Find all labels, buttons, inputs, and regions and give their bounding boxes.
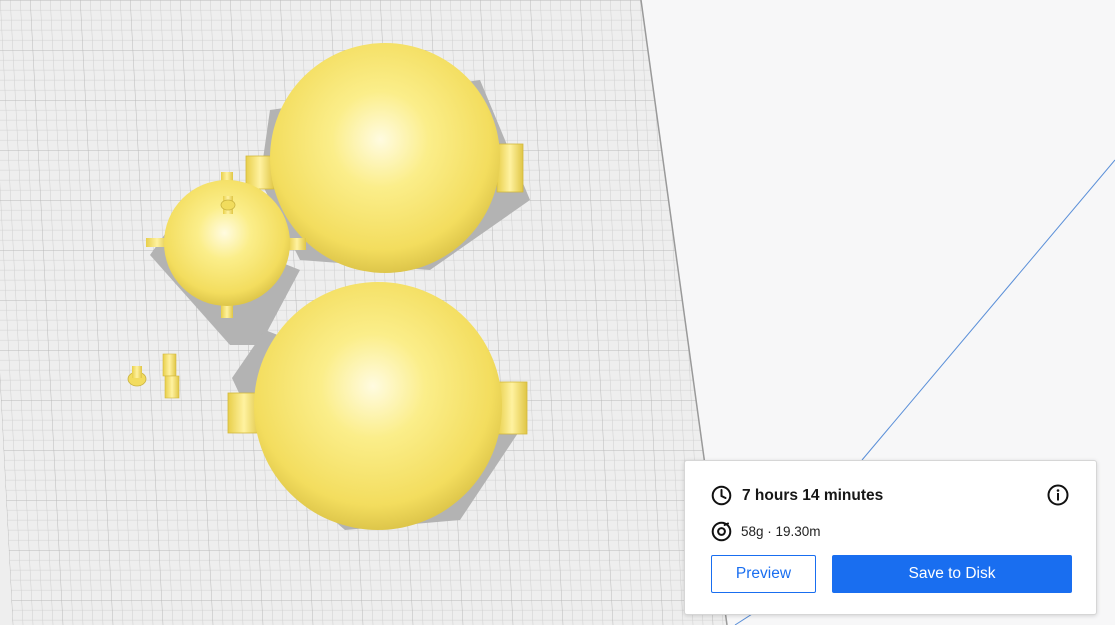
material-usage: 58g · 19.30m xyxy=(741,524,821,539)
material-row: 58g · 19.30m xyxy=(711,521,821,542)
save-to-disk-button[interactable]: Save to Disk xyxy=(832,555,1072,593)
clock-icon xyxy=(711,485,732,506)
print-time: 7 hours 14 minutes xyxy=(742,486,884,504)
preview-button[interactable]: Preview xyxy=(711,555,816,593)
spool-icon xyxy=(711,521,732,542)
info-icon[interactable] xyxy=(1047,484,1069,506)
print-estimate-panel: 7 hours 14 minutes 58g · 19.30m Preview … xyxy=(684,460,1097,615)
print-time-row: 7 hours 14 minutes xyxy=(711,485,883,506)
